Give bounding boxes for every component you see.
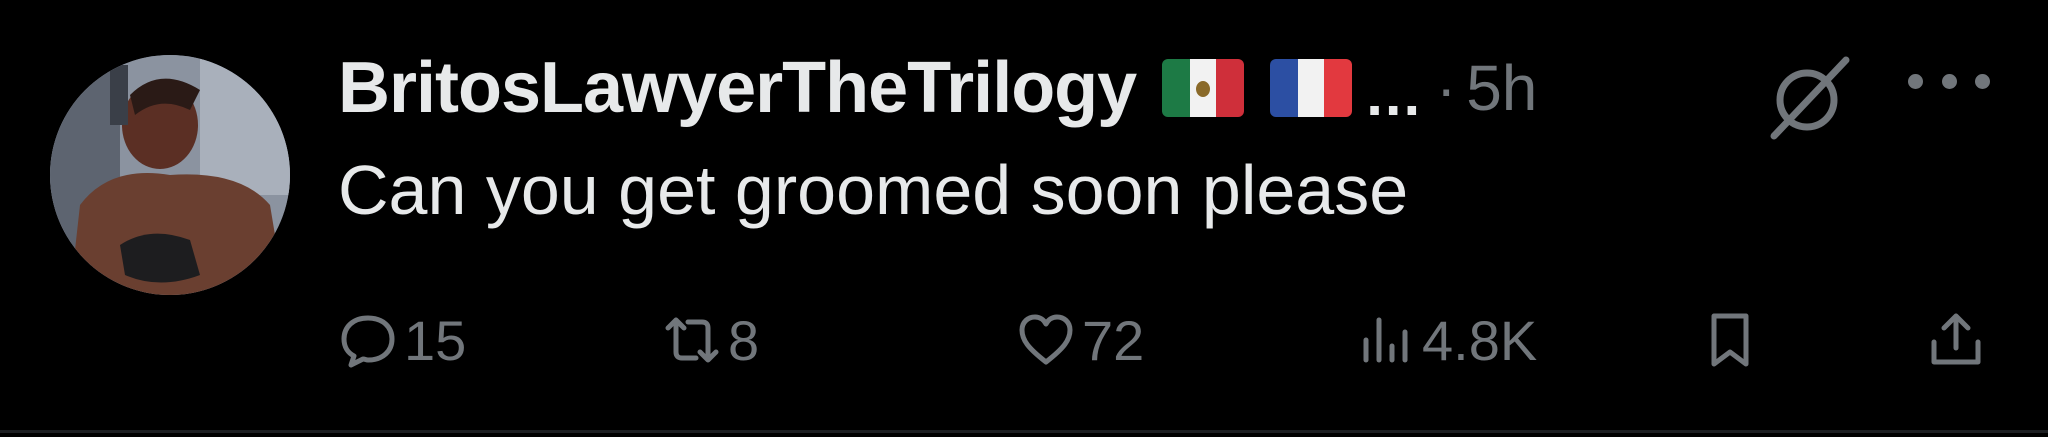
reply-icon <box>341 315 395 368</box>
views-button[interactable]: 4.8K <box>1356 300 1537 380</box>
avatar[interactable] <box>50 55 290 295</box>
author-display-name[interactable]: BritosLawyerTheTrilogy <box>338 47 1137 129</box>
more-icon[interactable] <box>1908 64 1990 98</box>
views-count: 4.8K <box>1422 308 1538 372</box>
post-timestamp[interactable]: 5h <box>1466 51 1537 125</box>
more-dot <box>1941 73 1957 89</box>
reply-count: 15 <box>404 308 467 372</box>
post-card[interactable]: BritosLawyerTheTrilogy ... · 5h Can you … <box>0 0 2048 437</box>
name-truncation: ... <box>1366 60 1423 128</box>
analytics-icon <box>1363 317 1408 363</box>
repost-icon <box>665 317 719 363</box>
share-button[interactable] <box>1926 300 1986 380</box>
post-divider <box>0 430 2048 433</box>
more-dot <box>1975 73 1990 89</box>
mexico-flag-icon <box>1162 59 1245 117</box>
heart-icon <box>1019 314 1073 365</box>
repost-button[interactable]: 8 <box>662 300 759 380</box>
header-separator: · <box>1436 54 1457 122</box>
post-text: Can you get groomed soon please <box>338 151 1409 229</box>
share-icon <box>1931 313 1981 365</box>
like-button[interactable]: 72 <box>1016 300 1144 380</box>
france-flag-icon <box>1270 59 1353 117</box>
repost-count: 8 <box>728 308 760 372</box>
bookmark-icon <box>1711 313 1749 367</box>
grok-icon[interactable] <box>1762 50 1856 144</box>
more-dot <box>1908 73 1923 89</box>
reply-button[interactable]: 15 <box>338 300 466 380</box>
post-header: BritosLawyerTheTrilogy ... · 5h <box>338 38 1537 138</box>
avatar-photo <box>50 55 290 295</box>
like-count: 72 <box>1082 308 1145 372</box>
bookmark-button[interactable] <box>1700 300 1760 380</box>
